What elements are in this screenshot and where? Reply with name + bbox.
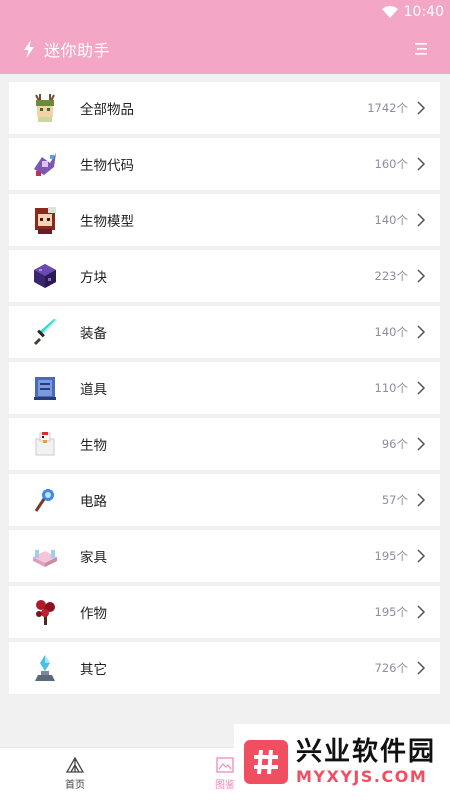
item-count: 140个 — [374, 213, 408, 227]
menu-lines-icon — [415, 43, 427, 55]
list-item-equipment[interactable]: 装备 140个 — [9, 306, 440, 358]
wifi-icon — [381, 6, 398, 18]
list-item-creature-codes[interactable]: 生物代码 160个 — [9, 138, 440, 190]
chevron-right-icon — [417, 325, 426, 339]
chevron-right-icon — [417, 661, 426, 675]
item-count: 195个 — [374, 549, 408, 563]
tab-label: 图鉴 — [215, 780, 235, 791]
chevron-right-icon — [417, 213, 426, 227]
item-count: 1742个 — [367, 101, 408, 115]
item-count: 160个 — [374, 157, 408, 171]
watermark-url: MYXYJS.COM — [296, 767, 428, 786]
pink-bed-icon — [29, 540, 61, 572]
list-item-furniture[interactable]: 家具 195个 — [9, 530, 440, 582]
item-count: 726个 — [374, 661, 408, 675]
lightning-bolt-icon — [24, 40, 34, 58]
chevron-right-icon — [417, 493, 426, 507]
chevron-right-icon — [417, 549, 426, 563]
red-plant-icon — [29, 596, 61, 628]
item-label: 其它 — [80, 662, 107, 678]
chevron-right-icon — [417, 101, 426, 115]
chevron-right-icon — [417, 605, 426, 619]
status-bar: 10:40 — [0, 0, 450, 24]
diamond-sword-icon — [29, 316, 61, 348]
crystal-statue-icon — [29, 652, 61, 684]
item-label: 作物 — [80, 606, 107, 622]
picture-icon — [216, 757, 234, 773]
list-item-creatures[interactable]: 生物 96个 — [9, 418, 440, 470]
status-time: 10:40 — [403, 4, 444, 20]
tab-home[interactable]: 首页 — [0, 748, 150, 800]
dragon-creature-icon — [29, 148, 61, 180]
item-label: 全部物品 — [80, 102, 134, 118]
item-count: 110个 — [374, 381, 408, 395]
item-label: 方块 — [80, 270, 107, 286]
hash-logo-icon — [244, 740, 288, 784]
list-item-others[interactable]: 其它 726个 — [9, 642, 440, 694]
item-count: 195个 — [374, 605, 408, 619]
antler-girl-avatar-icon — [29, 92, 61, 124]
item-count: 57个 — [381, 493, 408, 507]
category-list: 全部物品 1742个 生物代码 160个 生物模型 140个 方块 223个 装… — [9, 82, 440, 698]
blue-torch-icon — [29, 484, 61, 516]
item-count: 223个 — [374, 269, 408, 283]
list-item-all-items[interactable]: 全部物品 1742个 — [9, 82, 440, 134]
item-count: 96个 — [381, 437, 408, 451]
blue-scroll-icon — [29, 372, 61, 404]
chevron-right-icon — [417, 437, 426, 451]
app-bar: 迷你助手 — [0, 24, 450, 74]
red-hair-girl-icon — [29, 204, 61, 236]
item-label: 道具 — [80, 382, 107, 398]
chicken-icon — [29, 428, 61, 460]
item-label: 电路 — [80, 494, 107, 510]
list-item-creature-models[interactable]: 生物模型 140个 — [9, 194, 440, 246]
item-label: 家具 — [80, 550, 107, 566]
watermark: 兴业软件园 MYXYJS.COM — [234, 724, 450, 800]
list-item-crops[interactable]: 作物 195个 — [9, 586, 440, 638]
item-label: 装备 — [80, 326, 107, 342]
item-label: 生物 — [80, 438, 107, 454]
tab-label: 首页 — [65, 780, 85, 791]
list-item-circuits[interactable]: 电路 57个 — [9, 474, 440, 526]
list-item-blocks[interactable]: 方块 223个 — [9, 250, 440, 302]
list-item-props[interactable]: 道具 110个 — [9, 362, 440, 414]
watermark-title: 兴业软件园 — [296, 737, 437, 767]
chevron-right-icon — [417, 381, 426, 395]
purple-block-icon — [29, 260, 61, 292]
item-label: 生物代码 — [80, 158, 134, 174]
tent-icon — [66, 757, 84, 773]
menu-button[interactable] — [410, 38, 432, 60]
chevron-right-icon — [417, 157, 426, 171]
app-title: 迷你助手 — [44, 41, 111, 60]
chevron-right-icon — [417, 269, 426, 283]
item-label: 生物模型 — [80, 214, 134, 230]
item-count: 140个 — [374, 325, 408, 339]
